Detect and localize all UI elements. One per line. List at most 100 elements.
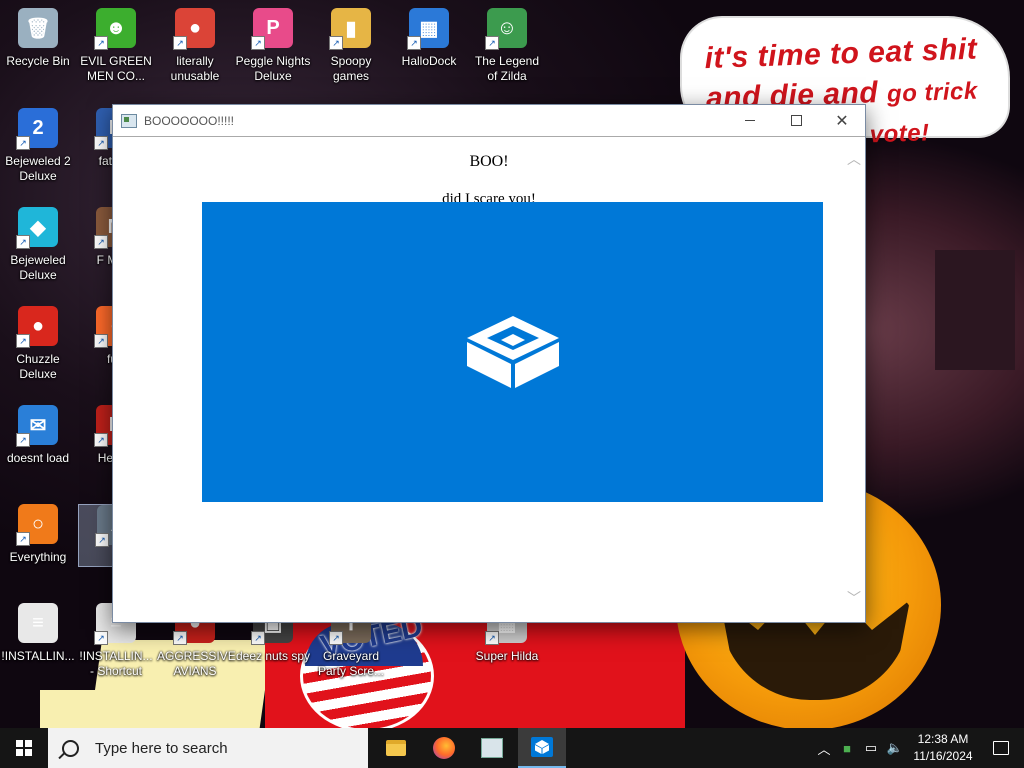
- window-title: BOOOOOOO!!!!!: [144, 113, 235, 128]
- taskbar-search-box[interactable]: Type here to search: [48, 728, 368, 768]
- desktop-icon[interactable]: ✉ ↗ doesnt load: [0, 405, 76, 466]
- window-titlebar[interactable]: BOOOOOOO!!!!! ✕: [113, 105, 865, 137]
- desktop-icon-label: Bejeweled Deluxe: [10, 253, 66, 282]
- desktop-icon-label: Recycle Bin: [6, 54, 70, 68]
- green-men-icon: ☻ ↗: [94, 8, 136, 50]
- desktop-icon-label: Everything: [9, 550, 67, 564]
- sandbox-icon: [531, 737, 553, 757]
- desktop-icon-label: EVIL GREEN MEN CO...: [80, 54, 152, 83]
- desktop-icon-label: Spoopy games: [330, 54, 372, 83]
- file-explorer-icon: [386, 740, 406, 756]
- everything-search-icon: ○ ↗: [16, 504, 58, 546]
- shortcut-arrow-icon: ↗: [329, 631, 343, 645]
- desktop-icon-label: !INSTALLIN... - Shortcut: [79, 649, 153, 678]
- desktop-icon-label: literally unusable: [170, 54, 220, 83]
- desktop-icon[interactable]: ○ ↗ Everything: [0, 504, 76, 565]
- desktop-icon-label: HalloDock: [401, 54, 457, 68]
- wallpaper-house: [935, 250, 1015, 370]
- shortcut-arrow-icon: ↗: [251, 36, 265, 50]
- close-button[interactable]: ✕: [819, 105, 865, 136]
- minimize-icon: [745, 120, 755, 121]
- balloon-line-2b: go trick: [886, 77, 979, 108]
- shortcut-arrow-icon: ↗: [251, 631, 265, 645]
- shortcut-arrow-icon: ↗: [16, 235, 30, 249]
- shortcut-arrow-icon: ↗: [485, 631, 499, 645]
- clock-date: 11/16/2024: [913, 749, 973, 763]
- taskbar-clock[interactable]: 12:38 AM 11/16/2024: [908, 731, 978, 765]
- desktop-icon-label: doesnt load: [6, 451, 70, 465]
- folder-icon: ▮ ↗: [329, 8, 371, 50]
- desktop-icon-label: AGGRESSIVE AVIANS: [157, 649, 236, 678]
- taskbar-sandbox[interactable]: [518, 728, 566, 768]
- desktop-icon[interactable]: ▮ ↗ Spoopy games: [313, 8, 389, 84]
- shortcut-arrow-icon: ↗: [16, 532, 30, 546]
- windows-logo-icon: [16, 740, 32, 756]
- text-file-icon: ≡: [18, 603, 58, 643]
- taskbar-file-explorer[interactable]: [372, 728, 420, 768]
- peggle-icon: P ↗: [251, 8, 293, 50]
- desktop-icon-label: !INSTALLIN...: [1, 649, 75, 663]
- firefox-icon: [433, 737, 455, 759]
- desktop-icon[interactable]: ◆ ↗ Bejeweled Deluxe: [0, 207, 76, 283]
- desktop-icon[interactable]: ● ↗ Chuzzle Deluxe: [0, 306, 76, 382]
- desktop-icon-label: Graveyard Party Scre...: [317, 649, 385, 678]
- taskbar-app-window[interactable]: [468, 728, 516, 768]
- recycle-bin-icon-glyph: 🗑: [18, 8, 58, 48]
- shortcut-arrow-icon: ↗: [485, 36, 499, 50]
- desktop-icon[interactable]: ≡ !INSTALLIN...: [0, 603, 76, 664]
- taskbar: Type here to search ︿ ■ ▭ 🔈 12:38 AM 11/…: [0, 728, 1024, 768]
- scroll-down-arrow[interactable]: ﹀: [847, 588, 861, 608]
- shortcut-arrow-icon: ↗: [94, 136, 108, 150]
- shortcut-arrow-icon: ↗: [329, 36, 343, 50]
- shortcut-arrow-icon: ↗: [16, 136, 30, 150]
- start-button[interactable]: [0, 728, 48, 768]
- shortcut-arrow-icon: ↗: [94, 631, 108, 645]
- desktop-icon[interactable]: ☻ ↗ EVIL GREEN MEN CO...: [78, 8, 154, 84]
- scroll-up-arrow[interactable]: ︿: [847, 149, 861, 169]
- desktop-icon-label: Peggle Nights Deluxe: [235, 54, 311, 83]
- shortcut-arrow-icon: ↗: [94, 334, 108, 348]
- desktop-icon[interactable]: 2 ↗ Bejeweled 2 Deluxe: [0, 108, 76, 184]
- gem-icon: ◆ ↗: [16, 207, 58, 249]
- shortcut-arrow-icon: ↗: [173, 631, 187, 645]
- notifications-button[interactable]: [978, 728, 1024, 768]
- window-content: BOO! did I scare you! ︿ ﹀: [113, 137, 865, 622]
- shortcut-arrow-icon: ↗: [173, 36, 187, 50]
- show-hidden-icons-button[interactable]: ︿: [814, 728, 834, 768]
- window-app-icon: [121, 113, 137, 128]
- notification-icon: [993, 741, 1009, 755]
- desktop-icon[interactable]: ▦ ↗ HalloDock: [391, 8, 467, 69]
- minimize-button[interactable]: [727, 105, 773, 136]
- search-icon: [62, 739, 79, 757]
- desktop-icon[interactable]: ● ↗ literally unusable: [157, 8, 233, 84]
- zilda-icon: ☺ ↗: [485, 8, 527, 50]
- shortcut-arrow-icon: ↗: [94, 36, 108, 50]
- volume-icon[interactable]: 🔈: [884, 728, 906, 768]
- desktop-icon[interactable]: 🗑 Recycle Bin: [0, 8, 76, 69]
- app-window[interactable]: BOOOOOOO!!!!! ✕ BOO! did I scare you! ︿ …: [112, 104, 866, 623]
- chuzzle-icon: ● ↗: [16, 306, 58, 348]
- recycle-bin-icon: 🗑: [18, 8, 58, 48]
- app-window-icon: [481, 738, 503, 758]
- shortcut-arrow-icon: ↗: [94, 433, 108, 447]
- tray-app-icon[interactable]: ■: [836, 728, 858, 768]
- taskbar-firefox[interactable]: [420, 728, 468, 768]
- shortcut-arrow-icon: ↗: [407, 36, 421, 50]
- chrome-icon: ● ↗: [173, 8, 215, 50]
- desktop-icon[interactable]: ☺ ↗ The Legend of Zilda: [469, 8, 545, 84]
- thunderbird-icon: ✉ ↗: [16, 405, 58, 447]
- search-placeholder: Type here to search: [95, 739, 228, 757]
- desktop-icon-label: Super Hilda: [475, 649, 539, 663]
- green-tray-icon: ■: [843, 740, 851, 756]
- shortcut-arrow-icon: ↗: [94, 235, 108, 249]
- desktop-icon-label: The Legend of Zilda: [474, 54, 540, 83]
- desktop-icon-label: Chuzzle Deluxe: [16, 352, 60, 381]
- maximize-button[interactable]: [773, 105, 819, 136]
- maximize-icon: [790, 115, 802, 126]
- shortcut-arrow-icon: ↗: [95, 533, 109, 547]
- desktop-icon[interactable]: P ↗ Peggle Nights Deluxe: [235, 8, 311, 84]
- close-icon: ✕: [835, 112, 849, 130]
- boo-heading: BOO!: [469, 153, 509, 170]
- network-icon[interactable]: ▭: [860, 728, 882, 768]
- bejeweled2-icon: 2 ↗: [16, 108, 58, 150]
